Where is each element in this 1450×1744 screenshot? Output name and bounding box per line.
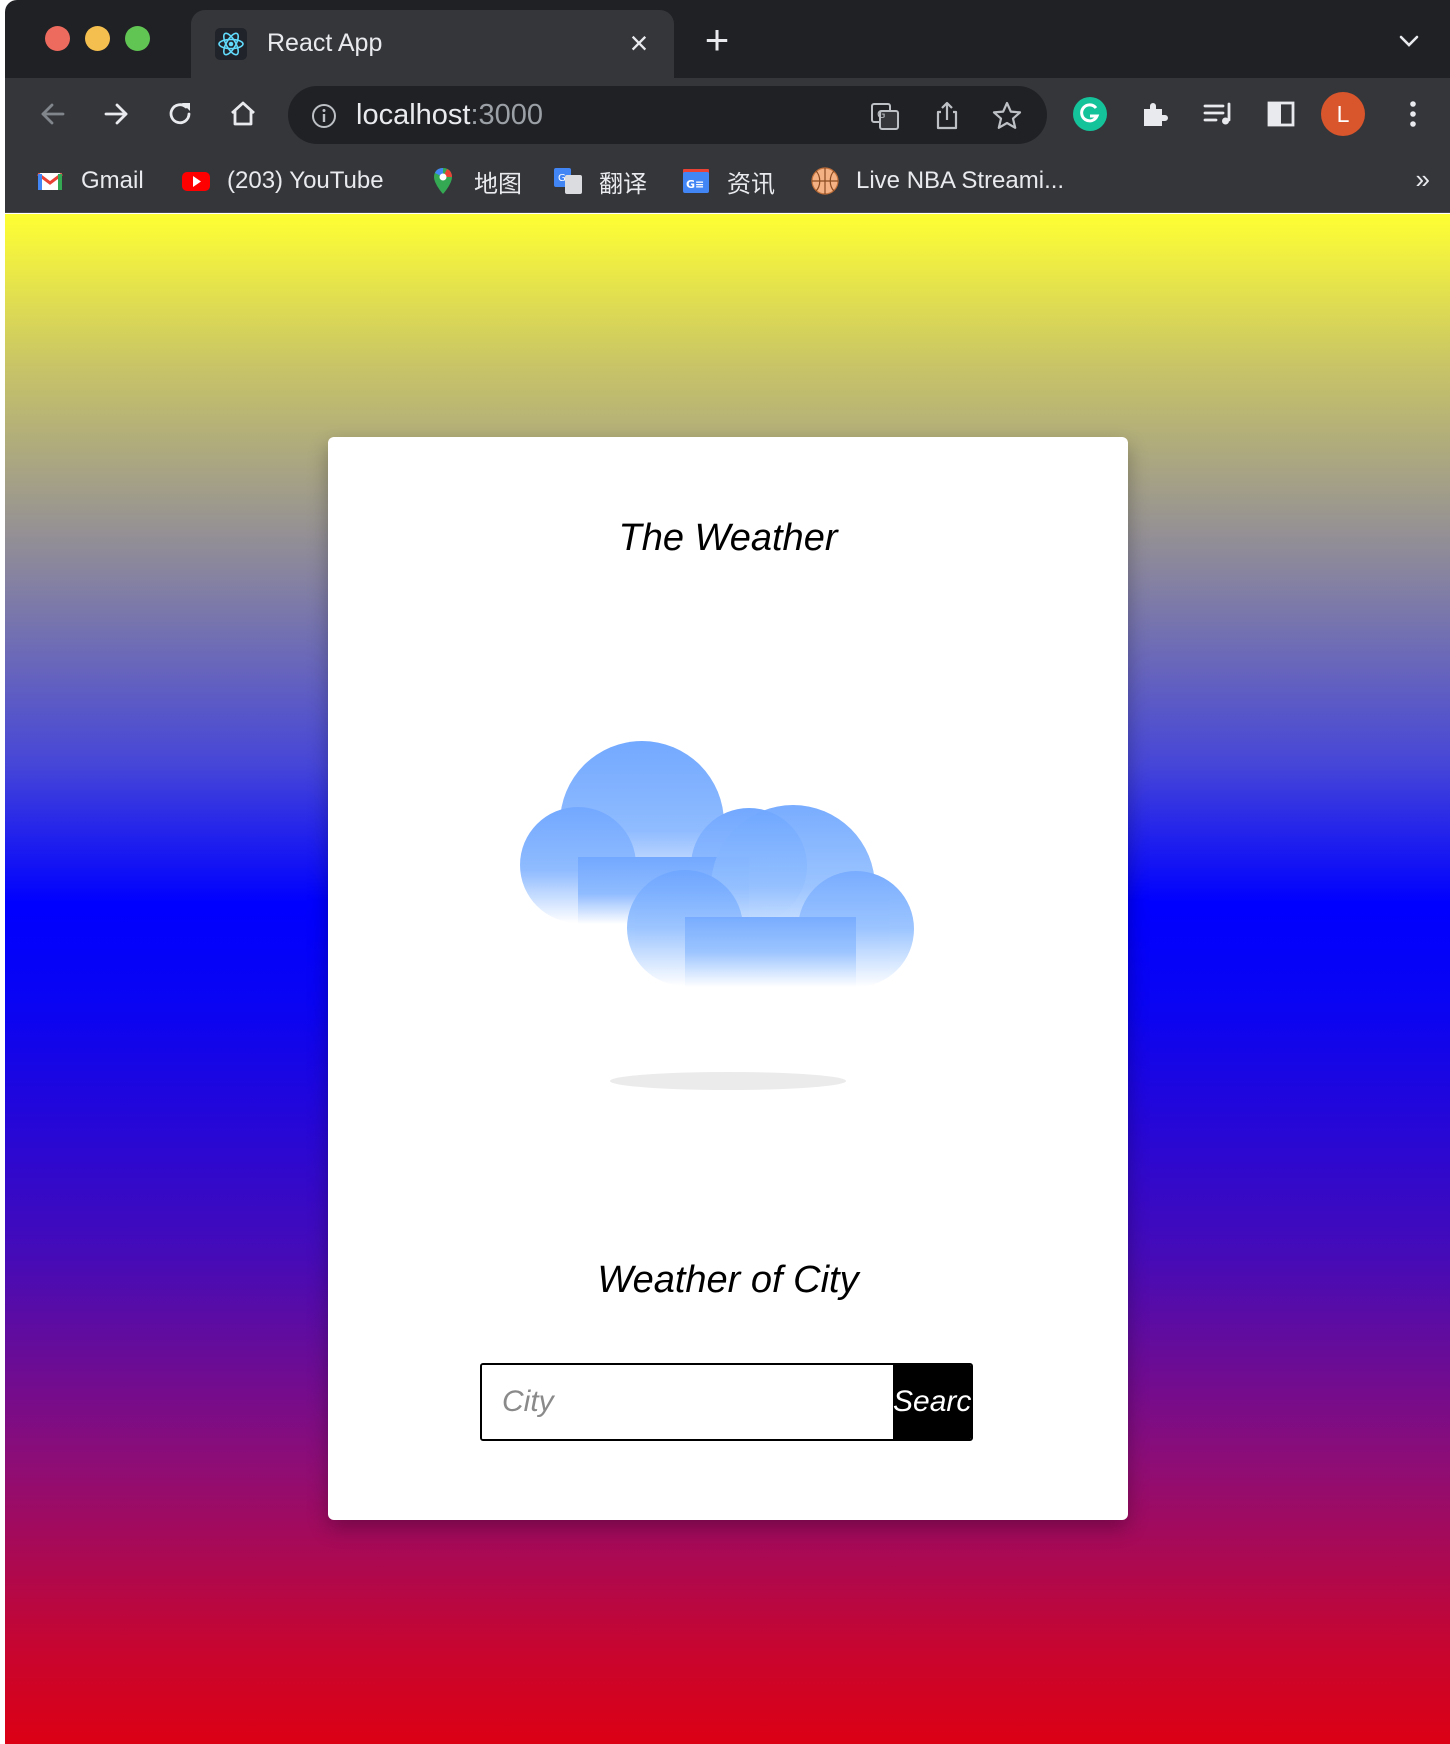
reload-icon[interactable] <box>160 94 200 134</box>
forward-arrow-icon[interactable] <box>96 94 136 134</box>
maximize-window-button[interactable] <box>125 26 150 51</box>
bookmarks-overflow-button[interactable]: » <box>1416 164 1430 195</box>
extensions-puzzle-icon[interactable] <box>1135 94 1175 134</box>
bookmark-news[interactable]: G≡ 资讯 <box>681 162 775 200</box>
address-port: :3000 <box>470 99 544 131</box>
city-input[interactable] <box>482 1365 893 1439</box>
news-icon: G≡ <box>683 169 709 193</box>
bookmark-label: 翻译 <box>599 170 647 198</box>
weather-card: The Weather Weather of City City Searc <box>328 437 1128 1520</box>
translate-icon: G <box>554 168 582 194</box>
cloud-shadow <box>610 1072 846 1090</box>
address-bar[interactable]: localhost:3000 G <box>288 86 1047 144</box>
gmail-icon <box>37 172 63 190</box>
tab-close-icon[interactable]: × <box>622 26 656 60</box>
tab-search-chevron-down-icon[interactable] <box>1394 26 1424 56</box>
tab-strip: React App × + <box>5 0 1450 78</box>
grammarly-extension-icon[interactable] <box>1070 94 1110 134</box>
svg-text:G: G <box>558 173 566 184</box>
bookmark-maps[interactable]: 地图 <box>428 162 522 200</box>
maps-pin-icon <box>434 168 452 194</box>
bookmarks-bar: Gmail (203) YouTube 地图 G 翻译 G≡ 资讯 Live N… <box>5 150 1450 213</box>
svg-text:G: G <box>877 108 886 121</box>
bookmark-live-nba[interactable]: Live NBA Streami... <box>810 162 1064 200</box>
svg-text:G≡: G≡ <box>686 178 704 191</box>
bookmark-label: (203) YouTube <box>227 167 384 194</box>
back-arrow-icon[interactable] <box>33 94 73 134</box>
side-panel-icon[interactable] <box>1261 94 1301 134</box>
page-title: The Weather <box>618 517 838 559</box>
bookmark-youtube[interactable]: (203) YouTube <box>181 162 384 200</box>
page-viewport: The Weather Weather of City City Searc <box>5 214 1450 1744</box>
city-search-form: Search <box>480 1363 973 1441</box>
bookmark-label: 资讯 <box>727 170 775 198</box>
search-button[interactable]: Search <box>893 1365 971 1439</box>
bookmark-label: Gmail <box>81 167 144 194</box>
weather-subtitle: Weather of City <box>597 1259 859 1301</box>
home-icon[interactable] <box>223 94 263 134</box>
tab-react-app[interactable]: React App × <box>191 10 674 78</box>
address-host: localhost <box>356 99 471 131</box>
youtube-icon <box>182 172 210 191</box>
react-icon <box>215 28 247 60</box>
profile-avatar[interactable]: L <box>1321 92 1365 136</box>
close-window-button[interactable] <box>45 26 70 51</box>
tab-title: React App <box>267 29 383 57</box>
media-playlist-icon[interactable] <box>1198 94 1238 134</box>
bookmark-label: 地图 <box>474 170 522 198</box>
new-tab-button[interactable]: + <box>697 19 737 62</box>
site-info-icon[interactable] <box>310 102 338 130</box>
translate-page-icon[interactable]: G <box>868 99 902 133</box>
share-icon[interactable] <box>930 99 964 133</box>
browser-toolbar: localhost:3000 G L <box>5 78 1450 150</box>
bookmark-translate[interactable]: G 翻译 <box>553 162 647 200</box>
bookmark-gmail[interactable]: Gmail <box>35 162 144 200</box>
bookmark-label: Live NBA Streami... <box>856 167 1065 194</box>
minimize-window-button[interactable] <box>85 26 110 51</box>
basketball-icon <box>811 167 839 195</box>
clouds-icon <box>520 741 914 987</box>
bookmark-star-icon[interactable] <box>990 99 1024 133</box>
more-menu-icon[interactable] <box>1393 94 1433 134</box>
browser-window: React App × + localhost:3000 G L Gmail (… <box>5 0 1450 1744</box>
address-url: localhost:3000 <box>356 99 543 132</box>
